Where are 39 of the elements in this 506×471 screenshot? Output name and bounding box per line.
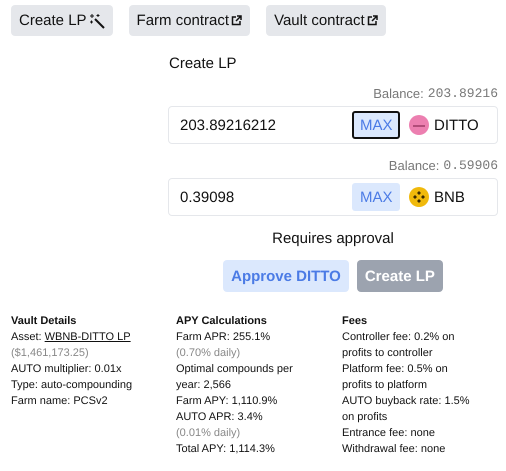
magic-wand-icon [88, 12, 105, 28]
token-name: BNB [434, 188, 465, 206]
detail-line: Entrance fee: none [342, 426, 436, 441]
detail-line: AUTO buyback rate: 1.5% on profits [342, 394, 470, 425]
section-heading: Vault Details [11, 314, 78, 329]
token-name: DITTO [434, 116, 479, 134]
bnb-coin-icon [409, 187, 429, 207]
coin-icon [409, 115, 429, 135]
detail-line: Optimal compounds per year: 2,566 [176, 362, 294, 393]
asset-link[interactable]: WBNB-DITTO LP [44, 331, 131, 343]
external-link-icon [366, 15, 378, 26]
detail-line: Farm APY: 1,110.9% [176, 394, 278, 409]
detail-line: AUTO APR: 3.4% [176, 410, 264, 425]
balance-value: 203.89216 [428, 86, 498, 101]
detail-line: Asset: WBNB-DITTO LP [11, 330, 132, 345]
detail-note: (0.01% daily) [176, 426, 242, 441]
detail-line: AUTO multiplier: 0.01x [11, 362, 122, 377]
detail-line: Total APY: 1,114.3% [176, 442, 276, 457]
toolbar-button[interactable]: Vault contract [266, 5, 386, 36]
toolbar-button[interactable]: Create LP [11, 5, 113, 36]
detail-line: Farm name: PCSv2 [11, 394, 109, 409]
detail-line: Controller fee: 0.2% on profits to controller [342, 330, 456, 361]
detail-line: Platform fee: 0.5% on profits to platform [342, 362, 449, 393]
detail-note: (0.70% daily) [176, 346, 242, 361]
section-heading: APY Calculations [176, 314, 268, 329]
toolbar-button[interactable]: Farm contract [128, 5, 250, 36]
section-heading: Fees [342, 314, 368, 329]
amount-field[interactable]: 203.89216212 MAX DITTO [168, 106, 498, 144]
amount-field[interactable]: 0.39098 MAX BNB [168, 178, 498, 216]
detail-line: Farm APR: 255.1% [176, 330, 272, 345]
external-link-icon [231, 15, 242, 26]
balance-label: Balance: [388, 158, 440, 173]
detail-line: Withdrawal fee: none [342, 442, 446, 457]
balance-label: Balance: [373, 86, 424, 101]
form-title: Create LP [169, 55, 238, 72]
detail-line: Type: auto-compounding [11, 378, 134, 393]
approval-notice: Requires approval [272, 230, 394, 247]
detail-note: ($1,461,173.25) [11, 346, 90, 361]
balance-value: 0.59906 [443, 158, 498, 173]
